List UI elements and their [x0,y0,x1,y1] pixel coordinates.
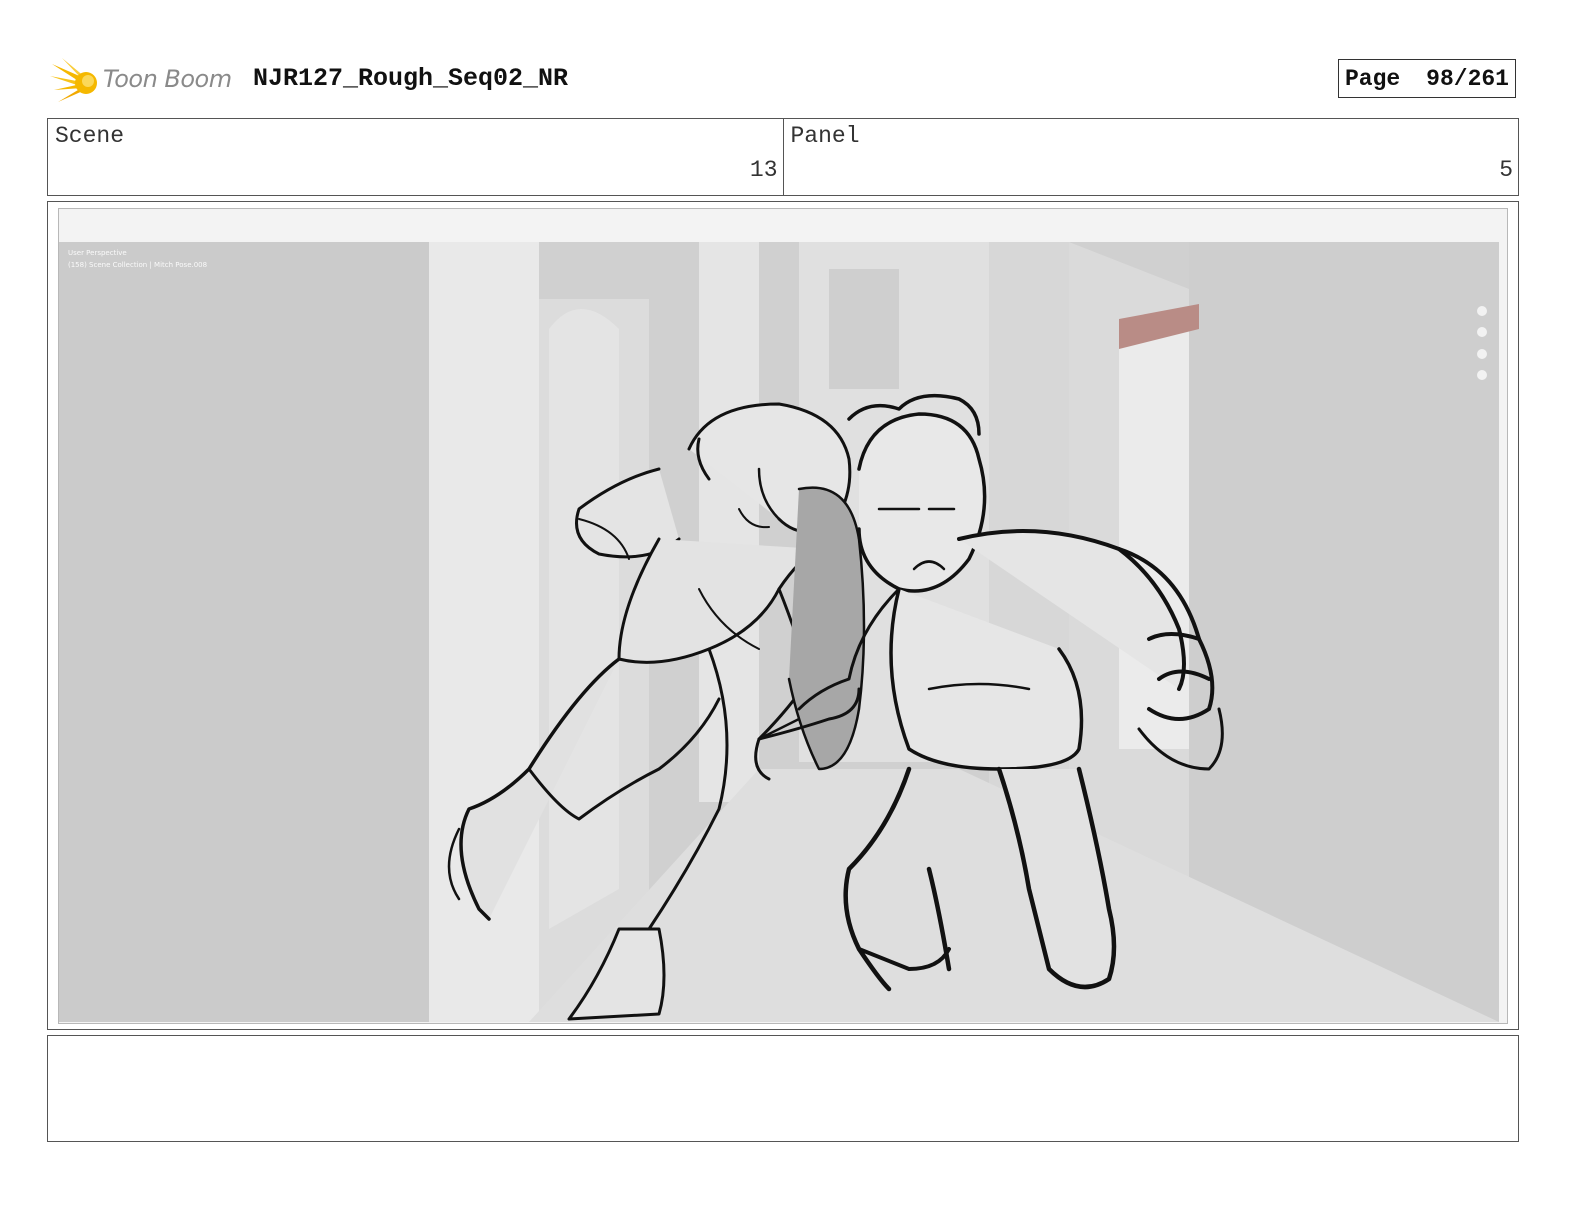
notes-box [47,1035,1519,1142]
page-indicator: Page 98/261 [1338,59,1516,98]
panel-label: Panel [790,123,860,149]
project-title: NJR127_Rough_Seq02_NR [253,64,569,93]
panel-cell: Panel 5 [782,119,1519,195]
scene-cell: Scene 13 [48,119,783,195]
scene-label: Scene [55,123,125,149]
viewport-mode-label: User Perspective [68,249,127,257]
panel-number: 5 [1499,157,1513,183]
page-number: 98/261 [1426,65,1509,92]
toon-boom-logo: Toon Boom [50,56,240,106]
scene-panel-row: Scene 13 Panel 5 [47,118,1519,196]
logo-text: Toon Boom [103,65,232,93]
storyboard-image: User Perspective (158) Scene Collection … [58,208,1508,1024]
burst-icon [50,58,97,102]
sketch-artwork [59,209,1507,1023]
page-label: Page [1345,65,1401,92]
scene-number: 13 [749,157,778,183]
viewport-collection-label: (158) Scene Collection | Mitch Pose.008 [68,261,208,269]
